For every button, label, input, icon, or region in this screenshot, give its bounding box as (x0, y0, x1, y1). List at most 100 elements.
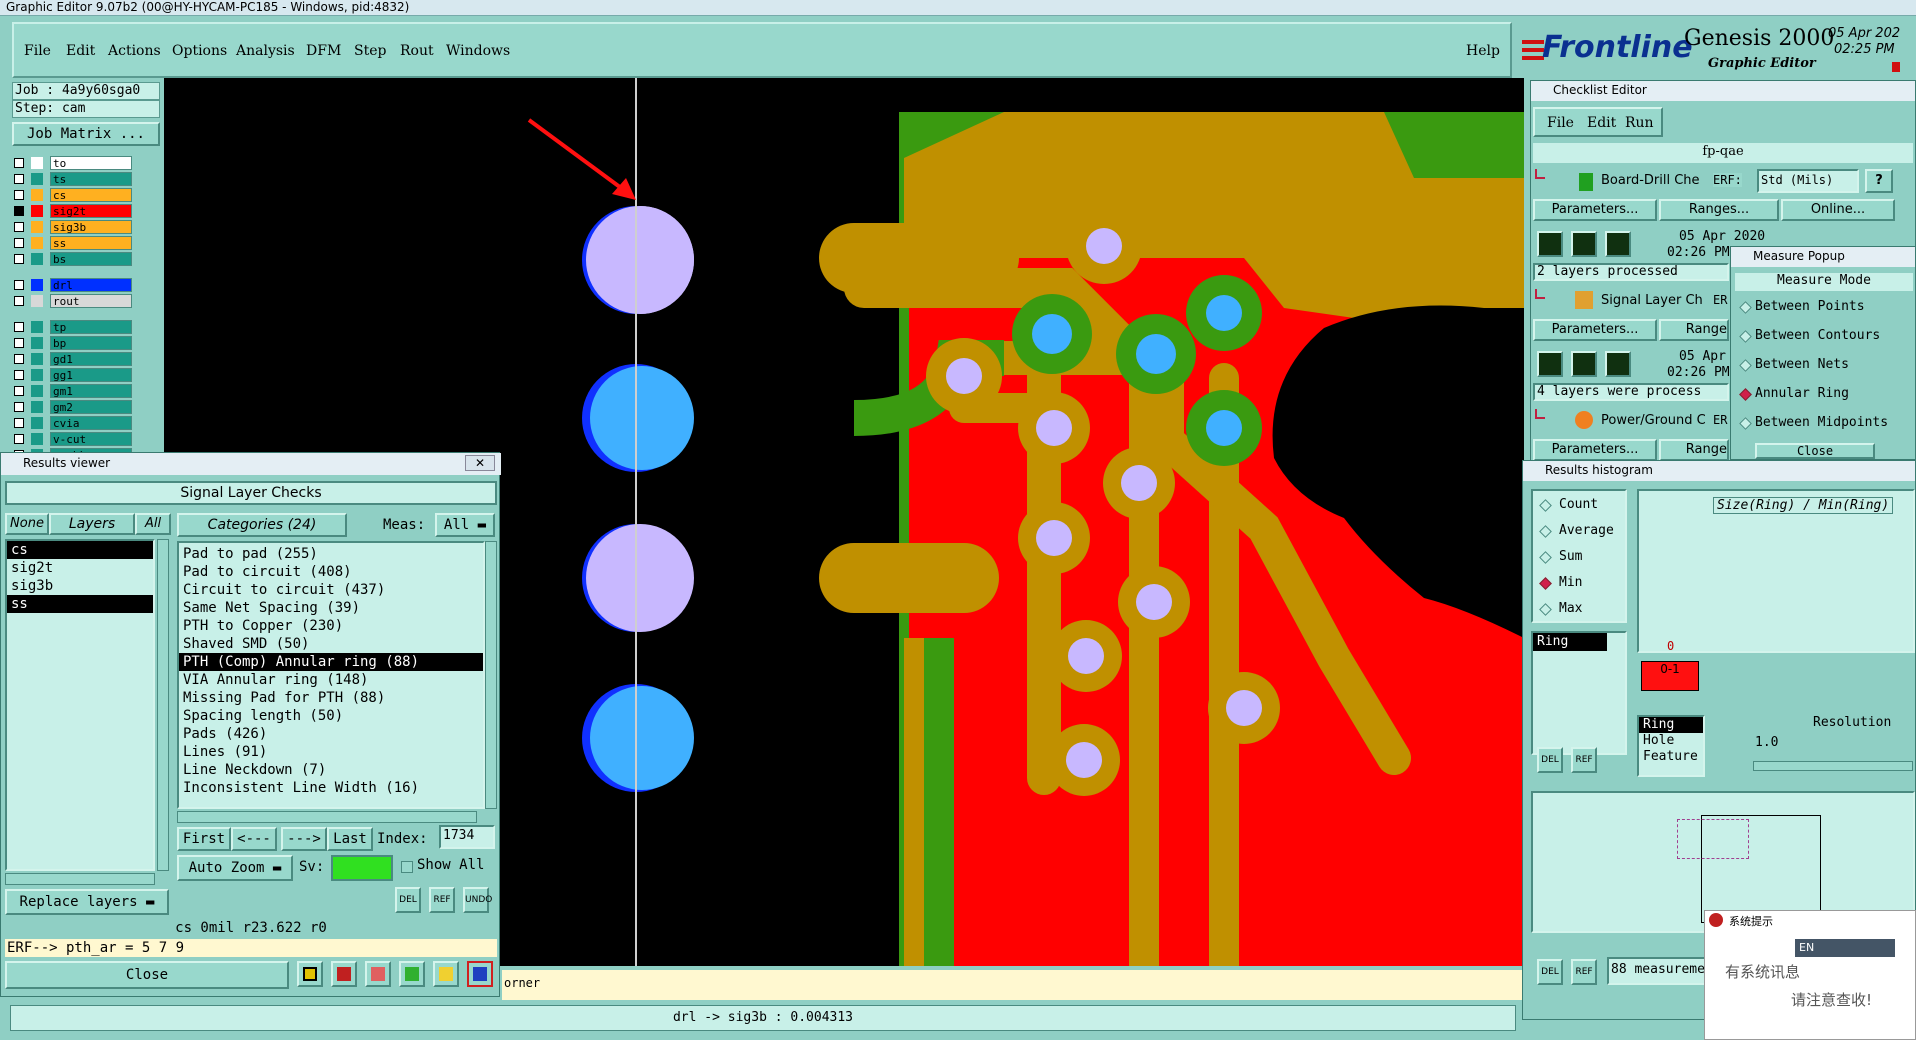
menu-edit[interactable]: Edit (1587, 115, 1616, 131)
layer-row-gm2[interactable]: gm2 (14, 400, 132, 414)
toolbar-icon-5[interactable] (433, 961, 459, 987)
measure-type-list[interactable]: Ring Hole Feature (1637, 715, 1705, 777)
last-button[interactable]: Last (327, 827, 373, 851)
layer-name[interactable]: drl (50, 278, 132, 292)
del-button[interactable]: DEL (1537, 747, 1563, 773)
check-2-name[interactable]: Signal Layer Ch (1601, 293, 1703, 308)
histogram-option[interactable]: Count (1535, 493, 1598, 519)
menu-help[interactable]: Help (1466, 43, 1500, 59)
layer-name[interactable]: ts (50, 172, 132, 186)
category-item[interactable]: VIA Annular ring (148) (179, 671, 483, 689)
menu-rout[interactable]: Rout (400, 43, 434, 59)
check-3-name[interactable]: Power/Ground C (1601, 413, 1706, 428)
none-button[interactable]: None (5, 513, 49, 535)
help-icon[interactable]: ? (1865, 169, 1893, 193)
layer-row-gd1[interactable]: gd1 (14, 352, 132, 366)
list-item[interactable]: Ring (1639, 717, 1703, 733)
check-3-checkbox[interactable] (1535, 409, 1545, 419)
measure-option[interactable]: Between Midpoints (1735, 411, 1915, 437)
layer-row-sig3b[interactable]: sig3b (14, 220, 132, 234)
menu-edit[interactable]: Edit (66, 43, 95, 59)
layer-name[interactable]: gd1 (50, 352, 132, 366)
check-2-checkbox[interactable] (1535, 289, 1545, 299)
run-icon[interactable] (1537, 351, 1563, 377)
undo-button[interactable]: UNDO (463, 887, 492, 913)
ref-button[interactable]: REF (429, 887, 455, 913)
layer-checkbox[interactable] (14, 280, 24, 290)
del-button[interactable]: DEL (395, 887, 421, 913)
measure-option[interactable]: Annular Ring (1735, 382, 1915, 408)
layer-checkbox[interactable] (14, 296, 24, 306)
ref-button[interactable]: REF (1571, 747, 1597, 773)
toolbar-icon-2[interactable] (331, 961, 357, 987)
layer-row-ss[interactable]: ss (14, 236, 132, 250)
category-item[interactable]: Lines (91) (179, 743, 483, 761)
layer-name[interactable]: ss (50, 236, 132, 250)
histogram-toggle-button[interactable] (467, 961, 493, 987)
layer-checkbox[interactable] (14, 322, 24, 332)
menu-file[interactable]: File (1547, 115, 1574, 131)
category-item[interactable]: Pads (426) (179, 725, 483, 743)
menu-dfm[interactable]: DFM (306, 43, 341, 59)
check-1-ranges-button[interactable]: Ranges... (1659, 199, 1779, 221)
layer-name[interactable]: bp (50, 336, 132, 350)
measure-option[interactable]: Between Nets (1735, 353, 1915, 379)
layer-checkbox[interactable] (14, 174, 24, 184)
layer-checkbox[interactable] (14, 190, 24, 200)
toolbar-icon-1[interactable] (297, 961, 323, 987)
category-item[interactable]: PTH (Comp) Annular ring (88) (179, 653, 483, 671)
measure-option[interactable]: Between Points (1735, 295, 1915, 321)
categories-button[interactable]: Categories (24) (177, 513, 347, 537)
layer-row-bs[interactable]: bs (14, 252, 132, 266)
layers-button[interactable]: Layers (49, 513, 135, 535)
check-3-ranges-button[interactable]: Range (1659, 439, 1729, 461)
layer-checkbox[interactable] (14, 158, 24, 168)
layer-name[interactable]: gm2 (50, 400, 132, 414)
layer-name[interactable]: gg1 (50, 368, 132, 382)
category-list[interactable]: Pad to pad (255) Pad to circuit (408) Circ… (177, 541, 485, 809)
layer-checkbox[interactable] (14, 222, 24, 232)
category-item[interactable]: Pad to circuit (408) (179, 563, 483, 581)
layer-checkbox[interactable] (14, 418, 24, 428)
erf-value[interactable]: Std (Mils) (1757, 169, 1859, 193)
check-1-online-button[interactable]: Online... (1781, 199, 1895, 221)
list-item[interactable]: Feature (1639, 749, 1703, 765)
menu-options[interactable]: Options (172, 43, 227, 59)
index-input[interactable]: 1734 (439, 825, 495, 849)
layer-name[interactable]: bs (50, 252, 132, 266)
menu-analysis[interactable]: Analysis (236, 43, 295, 59)
check-2-ranges-button[interactable]: Range (1659, 319, 1729, 341)
replace-layers-dropdown[interactable]: Replace layers ▬ (5, 889, 169, 915)
layer-checkbox[interactable] (14, 370, 24, 380)
layer-row-rout[interactable]: rout (14, 294, 132, 308)
del-button[interactable]: DEL (1537, 959, 1563, 985)
layer-checkbox[interactable] (14, 386, 24, 396)
layer-row-v-cut[interactable]: v-cut (14, 432, 132, 446)
layer-name[interactable]: to (50, 156, 132, 170)
list-item[interactable]: cs (7, 541, 153, 559)
layer-checkbox[interactable] (14, 206, 24, 216)
close-button[interactable]: Close (5, 961, 289, 989)
histogram-option[interactable]: Min (1535, 571, 1582, 597)
run-icon[interactable] (1537, 231, 1563, 257)
next-button[interactable]: ---> (281, 827, 327, 851)
toolbar-icon-4[interactable] (399, 961, 425, 987)
prev-button[interactable]: <--- (231, 827, 277, 851)
run-icon[interactable] (1605, 231, 1631, 257)
meas-dropdown[interactable]: All ▬ (435, 513, 495, 537)
layers-hscrollbar[interactable] (5, 873, 155, 885)
layer-name[interactable]: sig2t (50, 204, 132, 218)
layer-results-list[interactable]: cs sig2t sig3b ss (5, 539, 155, 871)
layer-row-drl[interactable]: drl (14, 278, 132, 292)
list-item[interactable]: sig2t (7, 559, 153, 577)
layer-name[interactable]: gm1 (50, 384, 132, 398)
categories-hscrollbar[interactable] (177, 811, 477, 823)
run-icon[interactable] (1571, 351, 1597, 377)
list-item[interactable]: sig3b (7, 577, 153, 595)
layer-row-cs[interactable]: cs (14, 188, 132, 202)
histogram-option[interactable]: Sum (1535, 545, 1582, 571)
layer-checkbox[interactable] (14, 254, 24, 264)
list-item[interactable]: Ring (1533, 633, 1607, 651)
layer-name[interactable]: cs (50, 188, 132, 202)
close-icon[interactable]: ✕ (465, 455, 495, 471)
